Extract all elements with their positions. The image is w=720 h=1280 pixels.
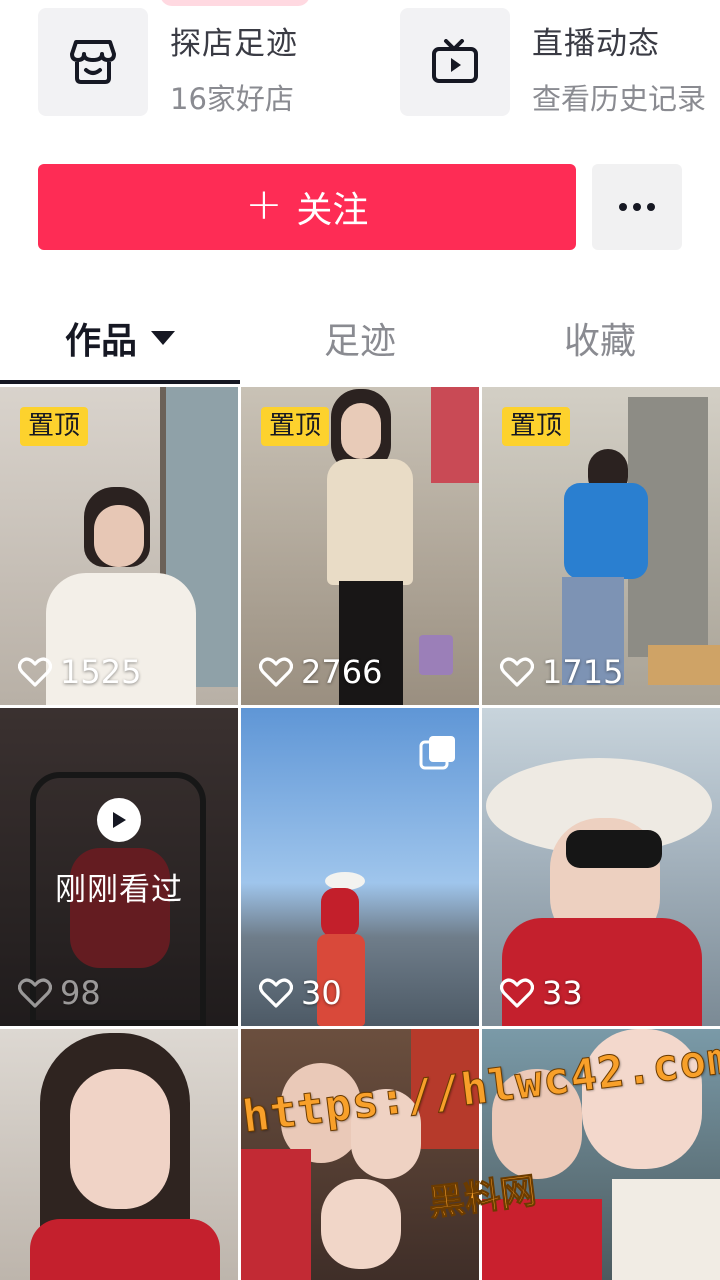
- like-count-value: 2766: [301, 653, 383, 691]
- plus-icon: +: [245, 179, 283, 230]
- pinned-badge: 置顶: [261, 407, 330, 447]
- video-thumbnail[interactable]: 置顶 2766: [241, 387, 479, 705]
- like-count: 2766: [259, 653, 382, 691]
- stool-graphic: [419, 635, 453, 675]
- person-face: [321, 1179, 401, 1269]
- shortcut-cards: 探店足迹 16家好店 直播动态 查看历史记录: [0, 0, 720, 130]
- profile-tabs: 作品 足迹 收藏: [0, 290, 720, 386]
- heart-icon: [18, 978, 52, 1008]
- person-top: [30, 1219, 220, 1280]
- tab-label: 收藏: [563, 321, 636, 362]
- table-graphic: [648, 645, 720, 685]
- like-count: 30: [259, 974, 342, 1012]
- heart-icon: [500, 978, 534, 1008]
- shortcut-subtitle: 查看历史记录: [532, 82, 707, 116]
- person-top: [321, 888, 359, 938]
- like-count: 1525: [18, 653, 141, 691]
- pinned-badge: 置顶: [20, 407, 89, 447]
- follow-label: 关注: [296, 190, 369, 231]
- video-thumbnail[interactable]: 刚刚看过 98: [0, 708, 238, 1026]
- like-count-value: 98: [60, 974, 101, 1012]
- recently-watched: 刚刚看过: [0, 798, 238, 909]
- tab-footprints[interactable]: 足迹: [240, 290, 480, 386]
- like-count-value: 1525: [60, 653, 142, 691]
- shortcut-subtitle: 16家好店: [170, 82, 294, 116]
- video-thumbnail[interactable]: 置顶 1715: [482, 387, 720, 705]
- shortcut-title: 直播动态: [532, 26, 660, 62]
- like-count: 1715: [500, 653, 623, 691]
- recently-watched-label: 刚刚看过: [55, 872, 183, 908]
- more-options-button[interactable]: [592, 164, 682, 250]
- heart-icon: [18, 657, 52, 687]
- heart-icon: [259, 978, 293, 1008]
- like-count: 98: [18, 974, 101, 1012]
- person-top: [241, 1149, 311, 1280]
- shortcut-title: 探店足迹: [170, 26, 298, 62]
- heart-icon: [500, 657, 534, 687]
- tab-favorites[interactable]: 收藏: [480, 290, 720, 386]
- person-face: [94, 505, 144, 567]
- person-shirt: [564, 483, 648, 579]
- heart-icon: [259, 657, 293, 687]
- more-dots-icon: [619, 203, 655, 211]
- store-icon: [38, 8, 148, 116]
- pinned-badge: 置顶: [502, 407, 571, 447]
- tab-works[interactable]: 作品: [0, 290, 240, 386]
- like-count-value: 33: [542, 974, 583, 1012]
- like-count-value: 30: [301, 974, 342, 1012]
- person-face: [70, 1069, 170, 1209]
- video-grid: 置顶 1525 置顶 2766 置顶 1715 刚刚看过 98 30 33: [0, 387, 720, 1280]
- video-thumbnail[interactable]: 置顶 1525: [0, 387, 238, 705]
- person-face: [341, 403, 381, 459]
- person-cardigan: [327, 459, 413, 585]
- play-icon: [97, 798, 141, 842]
- video-thumbnail[interactable]: 30: [241, 708, 479, 1026]
- active-tab-indicator: [0, 380, 240, 384]
- person-top: [612, 1179, 720, 1280]
- caret-down-icon[interactable]: [151, 331, 175, 345]
- like-count: 33: [500, 974, 583, 1012]
- poster-graphic: [431, 387, 479, 483]
- multi-image-icon: [419, 734, 457, 776]
- sunglasses-graphic: [566, 830, 662, 868]
- video-thumbnail[interactable]: [0, 1029, 238, 1280]
- like-count-value: 1715: [542, 653, 624, 691]
- live-tv-icon: [400, 8, 510, 116]
- shortcut-live-history[interactable]: 直播动态 查看历史记录: [400, 0, 720, 118]
- follow-button[interactable]: + 关注: [38, 164, 576, 250]
- shortcut-store-visits[interactable]: 探店足迹 16家好店: [38, 0, 368, 118]
- tab-label: 作品: [64, 321, 137, 362]
- tab-label: 足迹: [323, 321, 396, 362]
- video-thumbnail[interactable]: 33: [482, 708, 720, 1026]
